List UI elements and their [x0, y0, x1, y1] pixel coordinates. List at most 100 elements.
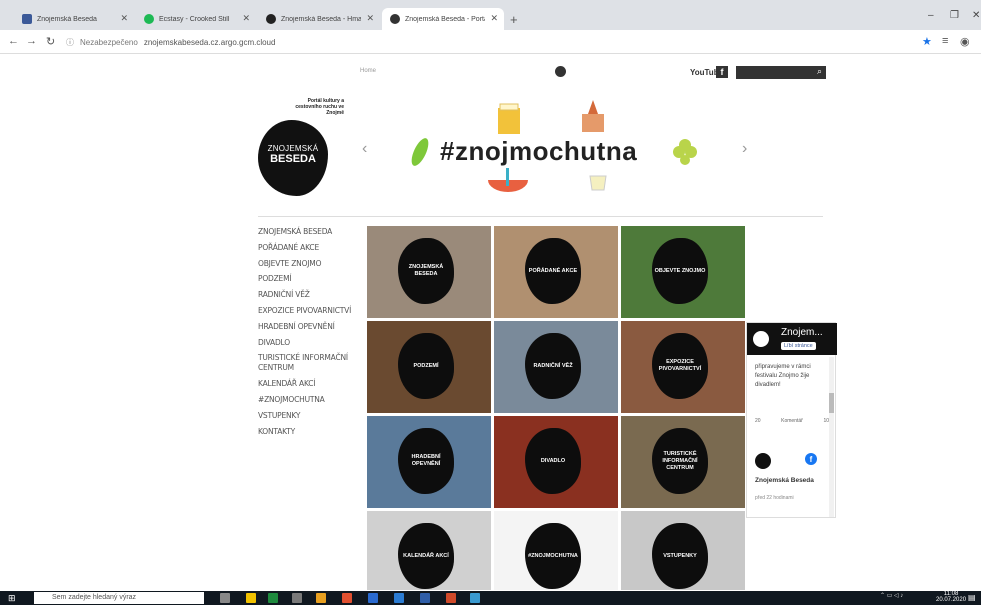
menu-item-poradane-akce[interactable]: POŘÁDANÉ AKCE — [258, 243, 358, 253]
task-view-icon[interactable] — [220, 593, 230, 603]
widget-scrollbar[interactable] — [829, 357, 834, 517]
close-tab-icon[interactable]: ✕ — [366, 13, 374, 24]
tab-title: Ecstasy - Crooked Still — [159, 15, 230, 23]
tower-icon — [588, 100, 598, 114]
edge-icon[interactable] — [394, 593, 404, 603]
profile-icon[interactable]: ◉ — [960, 35, 970, 48]
tile-vstupenky[interactable]: VSTUPENKY — [621, 511, 745, 590]
menu-item-podzemi[interactable]: PODZEMÍ — [258, 274, 358, 284]
chevron-left-icon[interactable]: ‹ — [362, 140, 367, 158]
language-flag-icon[interactable] — [555, 66, 566, 77]
chevron-right-icon[interactable]: › — [742, 140, 747, 158]
site-logo[interactable]: ZNOJEMSKÁ BESEDA — [258, 120, 328, 196]
spotify-icon — [144, 14, 154, 24]
new-tab-icon[interactable]: + — [510, 12, 518, 27]
menu-item-radnicni-vez[interactable]: RADNIČNÍ VĚŽ — [258, 290, 358, 300]
town-icon — [582, 114, 604, 132]
windows-taskbar: ⊞ Sem zadejte hledaný výraz ⌃ ▭ ◁ ♪ 11:0… — [0, 591, 981, 605]
comment-label[interactable]: Komentář — [781, 418, 803, 424]
green-bean-icon — [411, 138, 429, 166]
notifications-icon[interactable]: ▤ — [968, 593, 976, 602]
browser-tab-2[interactable]: Ecstasy - Crooked Still ✕ — [136, 8, 256, 30]
forward-icon[interactable]: → — [26, 35, 37, 47]
fb-post-time: před 22 hodinami — [755, 495, 794, 501]
section-tiles-grid: ZNOJEMSKÁ BESEDA POŘÁDANÉ AKCE OBJEVTE Z… — [367, 226, 747, 590]
maximize-icon[interactable]: ❐ — [950, 10, 959, 21]
tile-podzemi[interactable]: PODZEMÍ — [367, 321, 491, 413]
menu-item-kalendar-akci[interactable]: KALENDÁŘ AKCÍ — [258, 379, 358, 389]
menu-item-objevte-znojmo[interactable]: OBJEVTE ZNOJMO — [258, 259, 358, 269]
tile-hradebni-opevneni[interactable]: HRADEBNÍ OPEVNĚNÍ — [367, 416, 491, 508]
menu-item-znojemska-beseda[interactable]: ZNOJEMSKÁ BESEDA — [258, 227, 358, 237]
fb-post-author[interactable]: Znojemská Beseda — [755, 477, 814, 485]
tile-label: #ZNOJMOCHUTNA — [528, 552, 578, 559]
page-avatar[interactable] — [755, 453, 771, 469]
page-avatar[interactable] — [753, 331, 769, 347]
beer-mug-icon — [498, 108, 520, 134]
like-count[interactable]: 20 — [755, 418, 761, 424]
reading-list-icon[interactable]: ≡ — [942, 35, 948, 47]
windows-start-icon[interactable]: ⊞ — [8, 593, 16, 604]
taskbar-search-input[interactable]: Sem zadejte hledaný výraz — [34, 592, 204, 604]
tile-turisticke-centrum[interactable]: TURISTICKÉ INFORMAČNÍ CENTRUM — [621, 416, 745, 508]
menu-item-kontakty[interactable]: KONTAKTY — [258, 427, 358, 437]
logo-line-1: ZNOJEMSKÁ — [267, 144, 319, 153]
wine-glass-icon — [589, 175, 607, 191]
search-icon[interactable]: ⌕ — [817, 66, 822, 77]
tile-label: ZNOJEMSKÁ BESEDA — [408, 264, 444, 277]
menu-item-vstupenky[interactable]: VSTUPENKY — [258, 411, 358, 421]
taskbar-clock[interactable]: 11:08 20.07.2020 — [936, 591, 966, 603]
tile-objevte-znojmo[interactable]: OBJEVTE ZNOJMO — [621, 226, 745, 318]
close-tab-icon[interactable]: ✕ — [242, 13, 250, 24]
tile-label: DIVADLO — [540, 457, 566, 464]
app-icon[interactable] — [316, 593, 326, 603]
tile-label: RADNIČNÍ VĚŽ — [533, 362, 573, 369]
scrollbar-thumb[interactable] — [829, 393, 834, 413]
menu-item-divadlo[interactable]: DIVADLO — [258, 338, 358, 348]
word-icon[interactable] — [420, 593, 430, 603]
facebook-icon[interactable]: f — [716, 66, 728, 78]
browser-tab-1[interactable]: Znojemská Beseda ✕ — [14, 8, 134, 30]
close-tab-icon[interactable]: ✕ — [120, 13, 128, 24]
taskbar-search-text: Sem zadejte hledaný výraz — [52, 594, 137, 601]
reload-icon[interactable]: ↻ — [46, 35, 55, 48]
close-window-icon[interactable]: ✕ — [972, 10, 980, 21]
address-bar[interactable]: ⓘ Nezabezpečeno znojemskabeseda.cz.argo.… — [66, 33, 906, 51]
home-link[interactable]: Home — [360, 68, 376, 74]
info-icon[interactable]: ⓘ — [66, 37, 74, 48]
close-tab-icon[interactable]: ✕ — [490, 13, 498, 24]
fb-widget-header: Znojem... Líbí stránce — [747, 323, 837, 355]
banner-hashtag[interactable]: #znojmochutna — [440, 136, 637, 167]
bookmark-star-icon[interactable]: ★ — [922, 35, 932, 48]
like-page-button[interactable]: Líbí stránce — [781, 342, 816, 350]
fb-page-name[interactable]: Znojem... — [781, 327, 823, 338]
tab-title: Znojemská Beseda - Hmaznádi… — [281, 15, 361, 23]
file-explorer-icon[interactable] — [246, 593, 256, 603]
back-icon[interactable]: ← — [8, 35, 19, 47]
divider — [258, 216, 823, 217]
app-icon[interactable] — [292, 593, 302, 603]
menu-item-turisticke-centrum[interactable]: TURISTICKÉ INFORMAČNÍ CENTRUM — [258, 353, 358, 373]
tile-kalendar-akci[interactable]: KALENDÁŘ AKCÍ — [367, 511, 491, 590]
outlook-icon[interactable] — [368, 593, 378, 603]
facebook-page-widget[interactable]: Znojem... Líbí stránce připravujeme v rá… — [746, 322, 837, 518]
tile-poradane-akce[interactable]: POŘÁDANÉ AKCE — [494, 226, 618, 318]
menu-item-hradebni-opevneni[interactable]: HRADEBNÍ OPEVNĚNÍ — [258, 322, 358, 332]
app-icon[interactable] — [470, 593, 480, 603]
tile-expozice[interactable]: EXPOZICE PIVOVARNICTVÍ — [621, 321, 745, 413]
powerpoint-icon[interactable] — [446, 593, 456, 603]
minimize-icon[interactable]: – — [928, 10, 934, 21]
system-tray[interactable]: ⌃ ▭ ◁ ♪ — [880, 592, 903, 599]
browser-tab-3[interactable]: Znojemská Beseda - Hmaznádi… ✕ — [258, 8, 380, 30]
chrome-icon[interactable] — [342, 593, 352, 603]
menu-item-expozice[interactable]: EXPOZICE PIVOVARNICTVÍ — [258, 306, 358, 316]
site-search-input[interactable]: ⌕ — [736, 66, 826, 79]
menu-item-znojmochutna[interactable]: #ZNOJMOCHUTNA — [258, 395, 358, 405]
excel-icon[interactable] — [268, 593, 278, 603]
browser-tab-4[interactable]: Znojemská Beseda - Portál kultu… ✕ — [382, 8, 504, 30]
language-switch[interactable] — [555, 66, 570, 77]
tile-znojemska-beseda[interactable]: ZNOJEMSKÁ BESEDA — [367, 226, 491, 318]
tile-divadlo[interactable]: DIVADLO — [494, 416, 618, 508]
tile-znojmochutna[interactable]: #ZNOJMOCHUTNA — [494, 511, 618, 590]
tile-radnicni-vez[interactable]: RADNIČNÍ VĚŽ — [494, 321, 618, 413]
